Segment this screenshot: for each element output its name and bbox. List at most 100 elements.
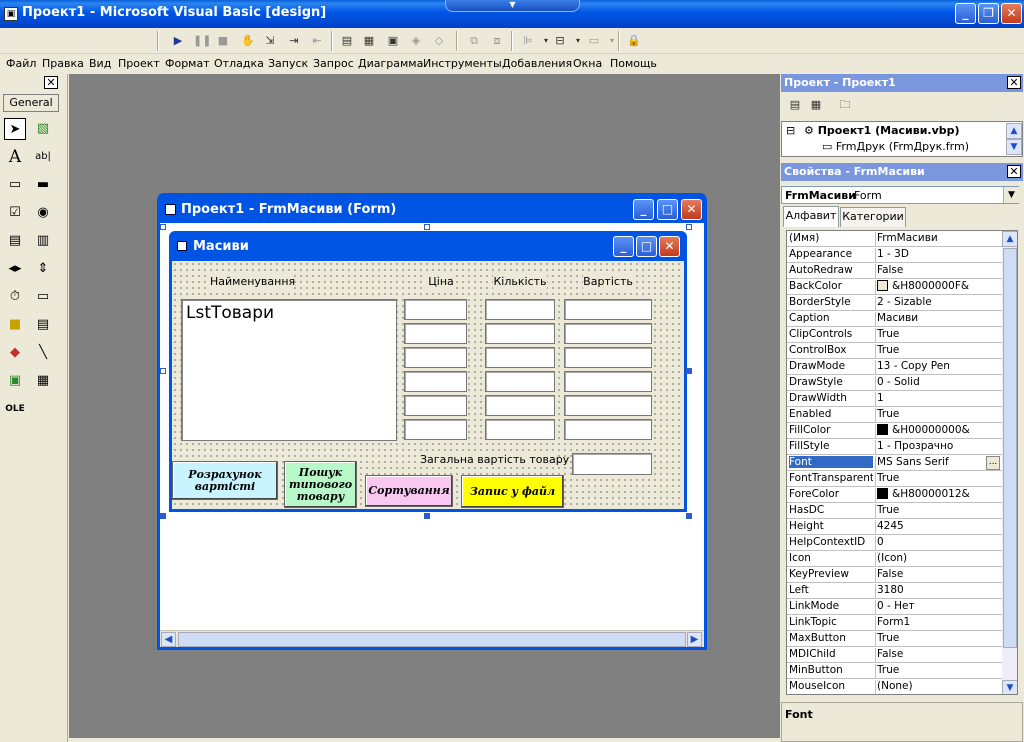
form-window-icon[interactable]: ▤ [339, 33, 355, 49]
resize-handle[interactable] [160, 224, 166, 230]
property-row[interactable]: Height 4245 [787, 519, 1002, 535]
resize-handle[interactable] [686, 513, 692, 519]
quantity-textbox[interactable] [485, 347, 555, 368]
property-row[interactable]: HelpContextID 0 [787, 535, 1002, 551]
property-value[interactable]: 0 [875, 536, 1000, 551]
quantity-textbox[interactable] [485, 299, 555, 320]
sort-button[interactable]: Сортування [365, 475, 453, 507]
property-row[interactable]: Font MS Sans Serif... [787, 455, 1002, 471]
cost-textbox[interactable] [564, 371, 652, 392]
property-value[interactable]: (None) [875, 680, 1000, 694]
property-value[interactable]: FrmМасиви [875, 232, 1000, 247]
quantity-textbox[interactable] [485, 323, 555, 344]
property-value[interactable]: 1 [875, 392, 1000, 407]
property-value[interactable]: True [875, 472, 1000, 487]
property-value[interactable]: False [875, 648, 1000, 663]
price-textbox[interactable] [404, 299, 467, 320]
menu-help[interactable]: Помощь [610, 57, 657, 70]
tab-handle-arrow-icon[interactable]: ▼ [445, 0, 580, 12]
quantity-textbox[interactable] [485, 371, 555, 392]
view-code-icon[interactable]: ▤ [787, 97, 803, 113]
view-object-icon[interactable]: ▦ [808, 97, 824, 113]
menu-view[interactable]: Вид [89, 57, 111, 70]
property-value[interactable]: True [875, 344, 1000, 359]
minimize-button[interactable]: _ [955, 3, 976, 24]
maximize-button[interactable]: □ [636, 236, 657, 257]
label-name[interactable]: Найменування [210, 275, 295, 289]
property-row[interactable]: MaxButton True [787, 631, 1002, 647]
property-value[interactable]: False [875, 568, 1000, 583]
property-row[interactable]: BackColor &H8000000F& [787, 279, 1002, 295]
pointer-icon[interactable]: ➤ [4, 118, 26, 140]
toolbox-general-tab[interactable]: General [3, 94, 59, 112]
optionbutton-icon[interactable]: ◉ [32, 202, 54, 224]
close-button[interactable]: ✕ [1001, 3, 1022, 24]
cost-textbox[interactable] [564, 347, 652, 368]
property-row[interactable]: HasDC True [787, 503, 1002, 519]
close-icon[interactable]: ✕ [1007, 165, 1021, 178]
combobox-icon[interactable]: ▤ [4, 230, 26, 252]
items-listbox[interactable]: LstТовари [181, 299, 397, 441]
frame-icon[interactable]: ▭ [4, 174, 26, 196]
tree-collapse-icon[interactable]: ⊟ [786, 124, 795, 137]
property-value[interactable]: True [875, 408, 1000, 423]
chevron-down-icon[interactable]: ▾ [570, 33, 586, 49]
filelistbox-icon[interactable]: ▤ [32, 314, 54, 336]
property-value[interactable]: 0 - Solid [875, 376, 1000, 391]
property-row[interactable]: MDIChild False [787, 647, 1002, 663]
toolbox-icon[interactable]: ◇ [431, 33, 447, 49]
menu-query[interactable]: Запрос [313, 57, 354, 70]
label-icon[interactable]: A [4, 146, 26, 168]
menu-diagram[interactable]: Диаграмма [358, 57, 423, 70]
step-out-icon[interactable]: ⇤ [309, 33, 325, 49]
property-row[interactable]: Caption Масиви [787, 311, 1002, 327]
property-value[interactable]: True [875, 632, 1000, 647]
menu-tools[interactable]: Инструменты [423, 57, 502, 70]
total-textbox[interactable] [572, 453, 652, 475]
picturebox-icon[interactable]: ▧ [32, 118, 54, 140]
resize-handle[interactable] [686, 368, 692, 374]
write-to-file-button[interactable]: Запис у файл [461, 475, 564, 508]
property-value[interactable]: 3180 [875, 584, 1000, 599]
form-client-area[interactable]: Найменування Ціна Кількість Вартість Lst… [172, 261, 684, 509]
step-over-icon[interactable]: ⇥ [286, 33, 302, 49]
resize-handle[interactable] [160, 513, 166, 519]
toggle-folders-icon[interactable]: 🗀 [837, 97, 853, 113]
label-quantity[interactable]: Кількість [493, 275, 547, 289]
tab-alphabetic[interactable]: Алфавит [783, 206, 839, 227]
tree-scrollbar[interactable]: ▲ ▼ [1006, 123, 1022, 155]
cost-textbox[interactable] [564, 299, 652, 320]
lock-icon[interactable]: 🔒 [626, 33, 642, 49]
cost-textbox[interactable] [564, 419, 652, 440]
property-value[interactable]: MS Sans Serif... [875, 456, 1000, 471]
resize-handle[interactable] [686, 224, 692, 230]
menu-format[interactable]: Формат [165, 57, 210, 70]
ole-icon[interactable]: OLE [4, 398, 26, 420]
vscrollbar-icon[interactable]: ⇕ [32, 258, 54, 280]
price-textbox[interactable] [404, 347, 467, 368]
property-row[interactable]: DrawMode 13 - Copy Pen [787, 359, 1002, 375]
menu-window[interactable]: Окна [573, 57, 602, 70]
resize-handle[interactable] [160, 368, 166, 374]
property-row[interactable]: LinkMode 0 - Нет [787, 599, 1002, 615]
property-row[interactable]: DrawStyle 0 - Solid [787, 375, 1002, 391]
align-icon[interactable]: ⊫ [520, 33, 536, 49]
close-button[interactable]: ✕ [681, 199, 702, 220]
property-value[interactable]: Form1 [875, 616, 1000, 631]
scroll-left-arrow-icon[interactable]: ◀ [161, 632, 176, 647]
menu-run[interactable]: Запуск [268, 57, 308, 70]
property-value[interactable]: &H8000000F& [875, 280, 1000, 295]
textbox-icon[interactable]: ab| [32, 146, 54, 168]
property-value[interactable]: (Icon) [875, 552, 1000, 567]
quantity-textbox[interactable] [485, 395, 555, 416]
property-value[interactable]: 2 - Sizable [875, 296, 1000, 311]
make-same-size-icon[interactable]: ▭ [586, 33, 602, 49]
property-value[interactable]: 4245 [875, 520, 1000, 535]
data-control-icon[interactable]: ▦ [32, 370, 54, 392]
stop-icon[interactable]: ■ [215, 33, 231, 49]
property-row[interactable]: Appearance 1 - 3D [787, 247, 1002, 263]
listbox-icon[interactable]: ▥ [32, 230, 54, 252]
hscrollbar-icon[interactable]: ◂▸ [4, 258, 26, 280]
step-into-icon[interactable]: ⇲ [262, 33, 278, 49]
close-icon[interactable]: ✕ [44, 76, 58, 89]
